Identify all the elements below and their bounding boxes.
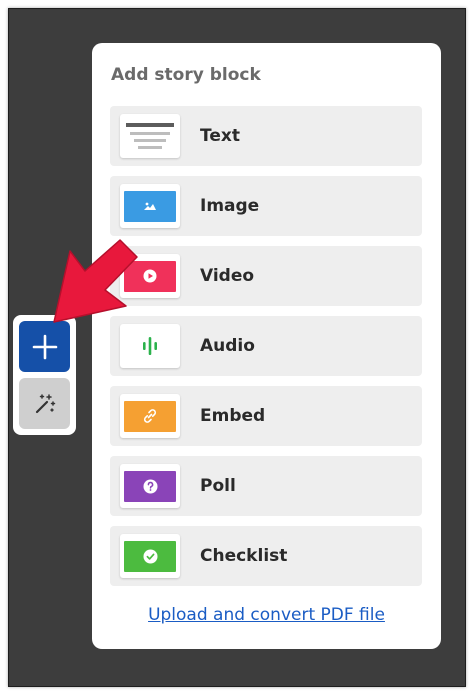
block-option-poll[interactable]: Poll: [110, 456, 422, 516]
block-label-video: Video: [200, 266, 255, 286]
block-label-text: Text: [200, 126, 240, 146]
block-option-checklist[interactable]: Checklist: [110, 526, 422, 586]
audio-thumbnail: [120, 324, 180, 368]
add-story-block-panel: Add story block Text Image Video Audio E…: [92, 43, 441, 649]
block-label-poll: Poll: [200, 476, 236, 496]
checklist-thumbnail: [120, 534, 180, 578]
block-label-checklist: Checklist: [200, 546, 288, 566]
block-option-embed[interactable]: Embed: [110, 386, 422, 446]
magic-wand-icon: [35, 393, 55, 413]
block-toolbar: [13, 315, 76, 435]
block-label-image: Image: [200, 196, 260, 216]
play-icon: [143, 269, 157, 283]
question-icon: [143, 479, 157, 493]
block-option-audio[interactable]: Audio: [110, 316, 422, 376]
embed-thumbnail: [120, 394, 180, 438]
magic-wand-button[interactable]: [19, 378, 70, 429]
upload-pdf-link[interactable]: Upload and convert PDF file: [92, 605, 441, 625]
block-label-audio: Audio: [200, 336, 255, 356]
audio-wave-icon: [143, 337, 157, 355]
panel-title: Add story block: [111, 65, 261, 85]
block-label-embed: Embed: [200, 406, 266, 426]
image-thumbnail: [120, 184, 180, 228]
check-icon: [143, 549, 157, 563]
text-lines-icon: [126, 122, 174, 149]
image-icon: [144, 202, 156, 210]
poll-thumbnail: [120, 464, 180, 508]
add-block-button[interactable]: [19, 321, 70, 372]
block-option-video[interactable]: Video: [110, 246, 422, 306]
block-option-text[interactable]: Text: [110, 106, 422, 166]
video-thumbnail: [120, 254, 180, 298]
link-icon: [143, 409, 157, 423]
text-thumbnail: [120, 114, 180, 158]
plus-icon: [32, 334, 57, 359]
block-option-image[interactable]: Image: [110, 176, 422, 236]
